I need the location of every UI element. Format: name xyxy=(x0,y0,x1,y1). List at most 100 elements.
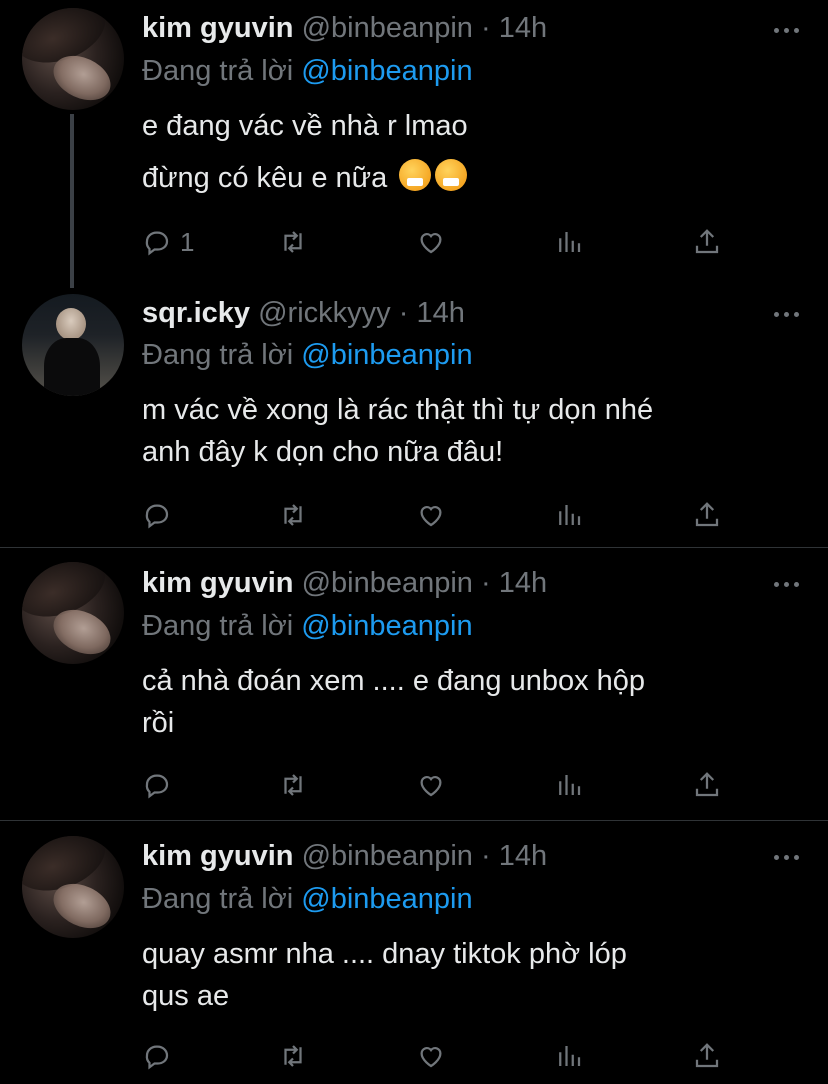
reply-prefix: Đang trả lời xyxy=(142,339,294,371)
mention-link[interactable]: @binbeanpin xyxy=(301,55,472,87)
retweet-icon xyxy=(284,504,302,526)
mention-link[interactable]: @binbeanpin xyxy=(301,883,472,915)
more-icon[interactable] xyxy=(774,574,804,594)
analytics-icon xyxy=(559,505,581,525)
tweet-line: e đang vác về nhà r lmao xyxy=(142,110,468,142)
display-name[interactable]: kim gyuvin xyxy=(142,840,294,872)
handle[interactable]: @binbeanpin xyxy=(302,12,473,44)
heart-icon xyxy=(420,233,442,254)
tweet-line: m vác về xong là rác thật thì tự dọn nhé xyxy=(142,394,654,426)
retweet-button[interactable] xyxy=(278,497,308,533)
tweet-line: qus ae xyxy=(142,980,230,1012)
avatar[interactable] xyxy=(22,836,124,938)
like-button[interactable] xyxy=(416,767,446,803)
replying-to: Đang trả lời @binbeanpin xyxy=(142,881,473,917)
heart-icon xyxy=(420,506,442,527)
retweet-icon xyxy=(284,774,302,796)
separator: · xyxy=(480,567,491,599)
display-name[interactable]: kim gyuvin xyxy=(142,567,294,599)
tweet[interactable]: sqr.icky @rickkyyy · 14h Đang trả lời @b… xyxy=(0,290,828,546)
tweet-header: kim gyuvin @binbeanpin · 14h xyxy=(142,838,547,874)
reply-icon xyxy=(145,231,169,256)
analytics-icon xyxy=(559,232,581,252)
tweet-header: sqr.icky @rickkyyy · 14h xyxy=(142,295,465,331)
timestamp[interactable]: 14h xyxy=(499,12,547,44)
like-button[interactable] xyxy=(416,497,446,533)
like-button[interactable] xyxy=(416,1038,446,1074)
mention-link[interactable]: @binbeanpin xyxy=(301,610,472,642)
analytics-button[interactable] xyxy=(554,1038,584,1074)
reply-prefix: Đang trả lời xyxy=(142,610,294,642)
face-with-steam-emoji xyxy=(399,159,432,191)
mention-link[interactable]: @binbeanpin xyxy=(301,339,472,371)
more-icon[interactable] xyxy=(774,20,804,40)
thread-line xyxy=(70,114,74,288)
reply-count: 1 xyxy=(180,226,195,257)
tweet-header: kim gyuvin @binbeanpin · 14h xyxy=(142,10,547,46)
tweet-line: cả nhà đoán xem .... e đang unbox hộp xyxy=(142,665,646,697)
retweet-button[interactable] xyxy=(278,1038,308,1074)
like-button[interactable] xyxy=(416,224,446,260)
share-icon xyxy=(695,1043,719,1068)
retweet-icon xyxy=(284,1045,302,1067)
reply-button[interactable] xyxy=(142,1038,172,1074)
reply-icon xyxy=(145,774,169,799)
timestamp[interactable]: 14h xyxy=(499,567,547,599)
replying-to: Đang trả lời @binbeanpin xyxy=(142,53,473,89)
share-icon xyxy=(695,502,719,527)
tweet-line-with-emoji: đừng có kêu e nữa xyxy=(142,157,812,199)
tweet-text: m vác về xong là rác thật thì tự dọn nhé… xyxy=(142,389,812,473)
tweet-line: rồi xyxy=(142,707,175,739)
more-icon[interactable] xyxy=(774,304,804,324)
handle[interactable]: @binbeanpin xyxy=(302,567,473,599)
reply-prefix: Đang trả lời xyxy=(142,883,294,915)
separator: · xyxy=(480,12,491,44)
share-icon xyxy=(695,772,719,797)
action-bar xyxy=(142,497,742,537)
tweet-text: quay asmr nha .... dnay tiktok phờ lóp q… xyxy=(142,933,812,1017)
avatar[interactable] xyxy=(22,8,124,110)
display-name[interactable]: kim gyuvin xyxy=(142,12,294,44)
retweet-button[interactable] xyxy=(278,767,308,803)
tweet-line: đừng có kêu e nữa xyxy=(142,162,388,194)
reply-button[interactable] xyxy=(142,767,172,803)
separator: · xyxy=(398,297,409,329)
display-name[interactable]: sqr.icky xyxy=(142,297,250,329)
avatar[interactable] xyxy=(22,562,124,664)
analytics-button[interactable] xyxy=(554,224,584,260)
action-bar: 1 xyxy=(142,224,742,264)
tweet[interactable]: kim gyuvin @binbeanpin · 14h Đang trả lờ… xyxy=(0,821,828,1084)
retweet-button[interactable] xyxy=(278,224,308,260)
share-button[interactable] xyxy=(692,1038,722,1074)
handle[interactable]: @rickkyyy xyxy=(258,297,391,329)
handle[interactable]: @binbeanpin xyxy=(302,840,473,872)
share-button[interactable] xyxy=(692,224,722,260)
avatar[interactable] xyxy=(22,294,124,396)
more-icon[interactable] xyxy=(774,847,804,867)
tweet[interactable]: kim gyuvin @binbeanpin · 14h Đang trả lờ… xyxy=(0,0,828,290)
reply-button[interactable]: 1 xyxy=(142,224,194,260)
analytics-icon xyxy=(559,1046,581,1066)
face-with-steam-emoji xyxy=(435,159,468,191)
analytics-icon xyxy=(559,775,581,795)
share-button[interactable] xyxy=(692,497,722,533)
tweet[interactable]: kim gyuvin @binbeanpin · 14h Đang trả lờ… xyxy=(0,548,828,820)
reply-icon xyxy=(145,1045,169,1070)
reply-icon xyxy=(145,504,169,529)
analytics-button[interactable] xyxy=(554,767,584,803)
timestamp[interactable]: 14h xyxy=(499,840,547,872)
action-bar xyxy=(142,767,742,807)
replying-to: Đang trả lời @binbeanpin xyxy=(142,337,473,373)
heart-icon xyxy=(420,1047,442,1068)
tweet-text: e đang vác về nhà r lmao đừng có kêu e n… xyxy=(142,105,812,199)
reply-button[interactable] xyxy=(142,497,172,533)
timestamp[interactable]: 14h xyxy=(416,297,464,329)
action-bar xyxy=(142,1038,742,1078)
tweet-line: quay asmr nha .... dnay tiktok phờ lóp xyxy=(142,938,627,970)
analytics-button[interactable] xyxy=(554,497,584,533)
tweet-header: kim gyuvin @binbeanpin · 14h xyxy=(142,565,547,601)
reply-prefix: Đang trả lời xyxy=(142,55,294,87)
replying-to: Đang trả lời @binbeanpin xyxy=(142,608,473,644)
share-button[interactable] xyxy=(692,767,722,803)
tweet-line: anh đây k dọn cho nữa đâu! xyxy=(142,436,504,468)
